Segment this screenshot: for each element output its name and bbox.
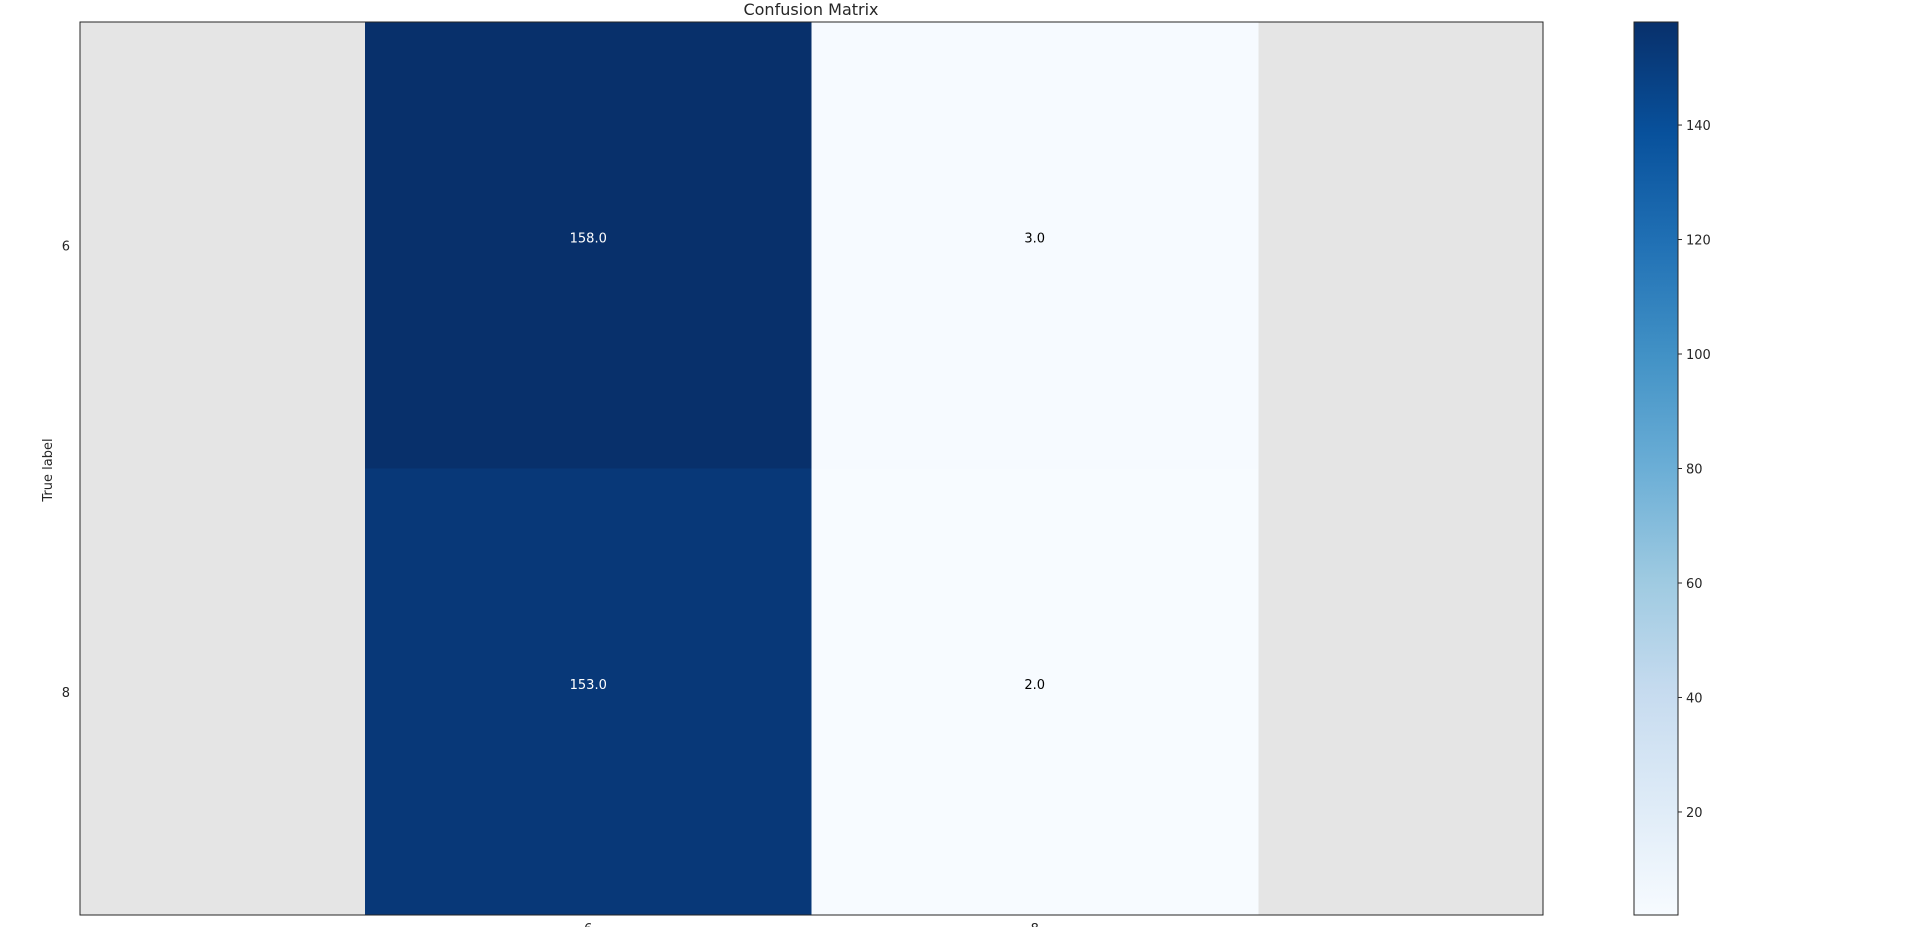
colorbar-tick-label-80: 80 <box>1686 463 1703 478</box>
x-axis-ticks: 68 <box>584 922 1039 931</box>
cell-value-label-8-8: 2.0 <box>1024 678 1045 693</box>
cell-value-label-6-8: 3.0 <box>1024 231 1045 246</box>
y-axis-ticks: 68 <box>62 239 70 701</box>
x-tick-label-6: 6 <box>584 922 592 927</box>
cell-value-label-8-6: 153.0 <box>570 678 607 693</box>
y-tick-label-6: 6 <box>62 239 70 254</box>
y-axis-label: True label <box>41 438 56 502</box>
colorbar-tick-label-20: 20 <box>1686 806 1703 821</box>
y-tick-label-8: 8 <box>62 686 70 701</box>
chart-title: Confusion Matrix <box>743 0 878 19</box>
colorbar-tick-label-40: 40 <box>1686 691 1703 706</box>
x-tick-label-8: 8 <box>1031 922 1039 927</box>
colorbar: 20 40 60 80 100 120 140 <box>1633 21 1711 916</box>
colorbar-tick-label-100: 100 <box>1686 348 1711 363</box>
colorbar-tick-label-120: 120 <box>1686 234 1711 249</box>
confusion-matrix-chart: Confusion Matrix True label 158.0 3.0 153.… <box>0 0 1920 931</box>
cell-value-label-6-6: 158.0 <box>570 231 607 246</box>
colorbar-gradient <box>1634 22 1678 915</box>
colorbar-tick-label-60: 60 <box>1686 577 1703 592</box>
plot-area: 158.0 3.0 153.0 2.0 <box>79 21 1544 916</box>
chart-canvas: Confusion Matrix True label 158.0 3.0 153.… <box>41 0 1711 931</box>
colorbar-tick-label-140: 140 <box>1686 119 1711 134</box>
